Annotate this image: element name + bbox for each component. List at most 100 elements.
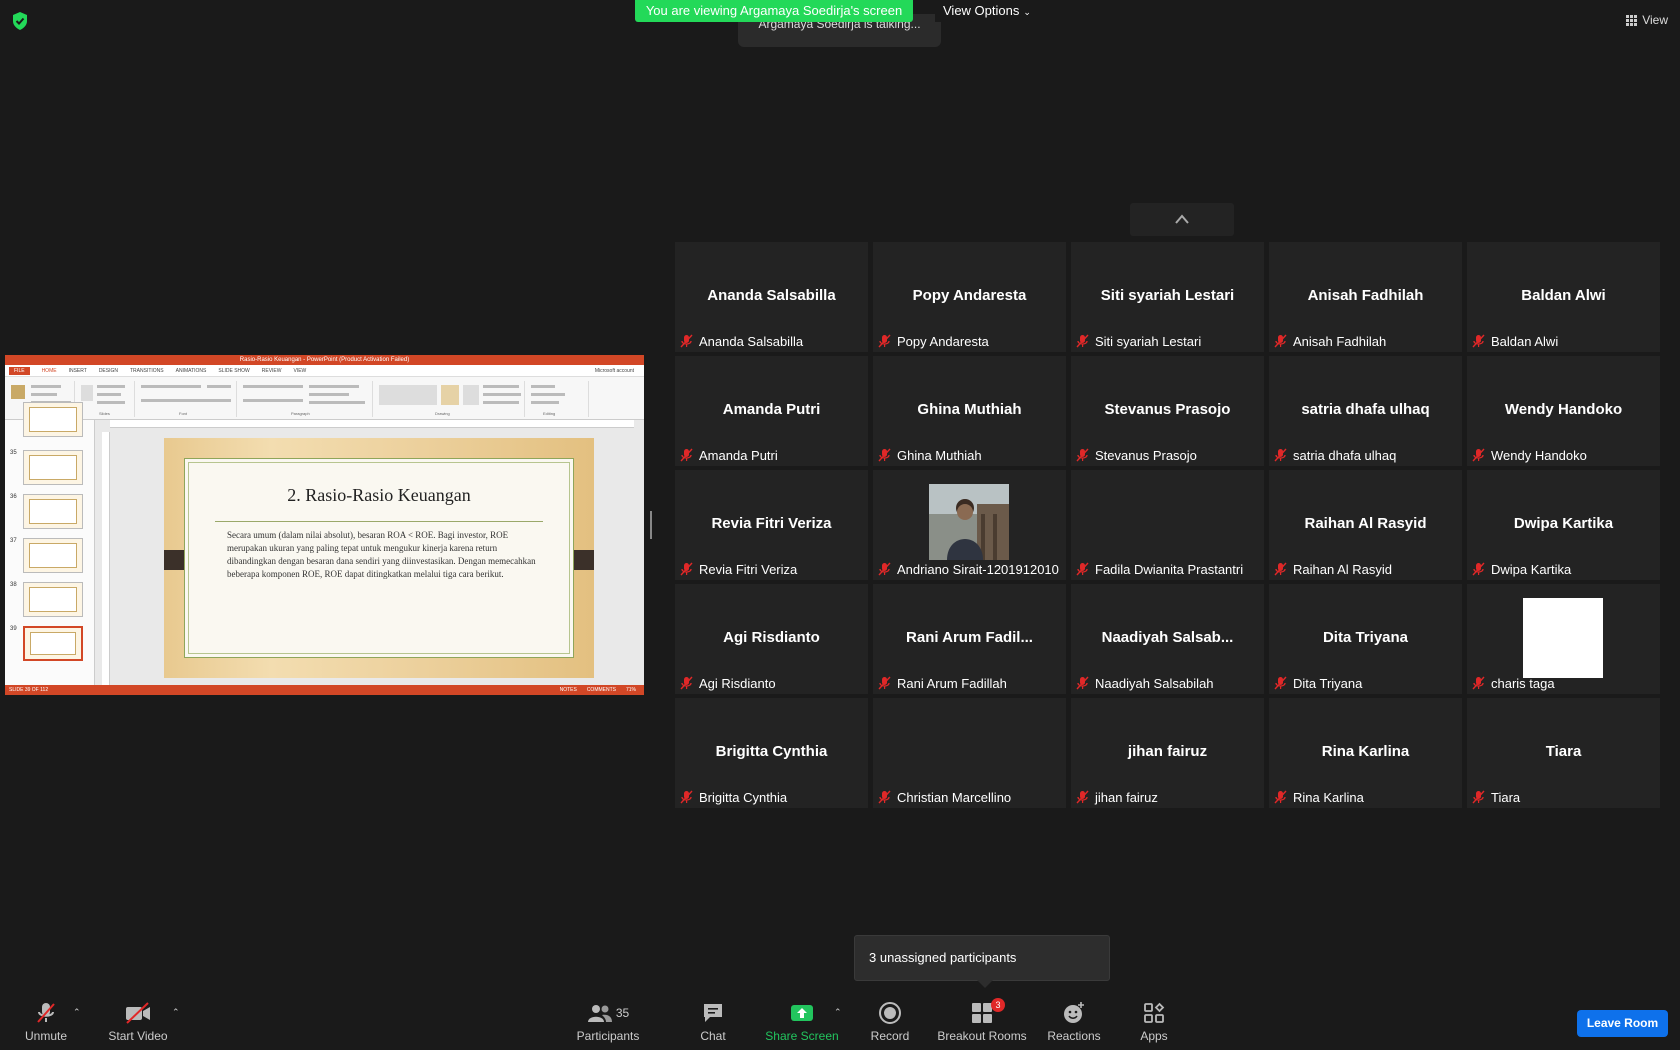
participant-display-name: Raihan Al Rasyid — [1304, 515, 1427, 532]
muted-microphone-icon — [1076, 562, 1089, 576]
participant-footer: Raihan Al Rasyid — [1274, 560, 1392, 578]
participant-display-name: Amanda Putri — [722, 401, 821, 418]
participant-display-name: Ananda Salsabilla — [707, 287, 836, 304]
share-options-caret-icon[interactable]: ⌃ — [834, 1007, 842, 1018]
participant-tile[interactable]: Dwipa Kartika Dwipa Kartika — [1467, 470, 1660, 580]
muted-microphone-icon — [1472, 334, 1485, 348]
participant-tile[interactable]: Ghina Muthiah Ghina Muthiah — [873, 356, 1066, 466]
participant-tile[interactable]: jihan fairuz jihan fairuz — [1071, 698, 1264, 808]
slide-counter: SLIDE 39 OF 112 — [9, 687, 49, 693]
participant-tile[interactable]: Christian Marcellino — [873, 698, 1066, 808]
participant-name-label: Dita Triyana — [1293, 675, 1363, 691]
participant-name-label: charis taga — [1491, 675, 1555, 691]
participant-video — [929, 484, 1009, 560]
participant-tile[interactable]: Andriano Sirait-1201912010 — [873, 470, 1066, 580]
participant-tile[interactable]: Ananda Salsabilla Ananda Salsabilla — [675, 242, 868, 352]
vertical-ruler — [102, 432, 110, 685]
participant-tile[interactable]: Stevanus Prasojo Stevanus Prasojo — [1071, 356, 1264, 466]
participant-name-label: satria dhafa ulhaq — [1293, 447, 1397, 463]
participant-tile[interactable]: Rani Arum Fadil... Rani Arum Fadillah — [873, 584, 1066, 694]
view-options-button[interactable]: View Options ⌄ — [935, 0, 1039, 22]
shared-screen[interactable]: Rasio-Rasio Keuangan - PowerPoint (Produ… — [5, 355, 644, 695]
participant-footer: Dita Triyana — [1274, 674, 1362, 692]
participant-name-label: Christian Marcellino — [897, 789, 1012, 805]
slide-number: 39 — [10, 626, 17, 632]
video-off-icon — [124, 1000, 152, 1026]
participant-name-label: Revia Fitri Veriza — [699, 561, 798, 577]
muted-microphone-icon — [34, 1000, 58, 1026]
breakout-rooms-button[interactable]: 3 Breakout Rooms — [936, 998, 1028, 1048]
participant-tile[interactable]: Anisah Fadhilah Anisah Fadhilah — [1269, 242, 1462, 352]
participant-tile[interactable]: Naadiyah Salsab... Naadiyah Salsabilah — [1071, 584, 1264, 694]
participant-display-name: Siti syariah Lestari — [1100, 287, 1235, 304]
participant-display-name: Rani Arum Fadil... — [906, 629, 1033, 646]
tab-view: VIEW — [293, 367, 307, 374]
account-label: Microsoft account — [594, 367, 634, 374]
start-video-button[interactable]: Start Video — [106, 1000, 170, 1048]
record-button[interactable]: Record — [868, 1000, 912, 1048]
muted-microphone-icon — [878, 334, 891, 348]
zoom-level: 71% — [625, 687, 636, 693]
tab-home: HOME — [41, 367, 57, 374]
participant-footer: Tiara — [1472, 788, 1520, 806]
chat-bubble-icon — [701, 1000, 725, 1026]
participants-count: 35 — [615, 1006, 630, 1020]
chat-button[interactable]: Chat — [693, 1000, 733, 1048]
chevron-up-icon — [1175, 214, 1189, 224]
participant-tile[interactable]: Amanda Putri Amanda Putri — [675, 356, 868, 466]
muted-microphone-icon — [1076, 676, 1089, 690]
view-label: View — [1642, 13, 1668, 27]
comments-label: COMMENTS — [586, 687, 616, 693]
powerpoint-status-bar: SLIDE 39 OF 112 NOTES COMMENTS 71% — [5, 685, 644, 695]
participant-tile[interactable]: charis taga — [1467, 584, 1660, 694]
record-icon — [878, 1000, 902, 1026]
participant-tile[interactable]: Fadila Dwianita Prastantri — [1071, 470, 1264, 580]
muted-microphone-icon — [680, 334, 693, 348]
participant-tile[interactable]: Baldan Alwi Baldan Alwi — [1467, 242, 1660, 352]
share-screen-button[interactable]: Share Screen — [764, 1000, 840, 1048]
participant-tile[interactable]: Brigitta Cynthia Brigitta Cynthia — [675, 698, 868, 808]
participant-footer: Ananda Salsabilla — [680, 332, 803, 350]
view-button[interactable]: View — [1626, 10, 1668, 30]
muted-microphone-icon — [680, 790, 693, 804]
participant-tile[interactable]: Raihan Al Rasyid Raihan Al Rasyid — [1269, 470, 1462, 580]
leave-room-button[interactable]: Leave Room — [1577, 1010, 1668, 1037]
tab-animations: ANIMATIONS — [175, 367, 207, 374]
participant-tile[interactable]: Revia Fitri Veriza Revia Fitri Veriza — [675, 470, 868, 580]
participant-name-label: Wendy Handoko — [1491, 447, 1587, 463]
participant-name-label: Agi Risdianto — [699, 675, 776, 691]
audio-options-caret-icon[interactable]: ⌃ — [73, 1007, 81, 1018]
participant-footer: satria dhafa ulhaq — [1274, 446, 1396, 464]
participant-tile[interactable]: Siti syariah Lestari Siti syariah Lestari — [1071, 242, 1264, 352]
participant-display-name: Dita Triyana — [1322, 629, 1409, 646]
participants-button[interactable]: 35 Participants — [574, 1000, 642, 1048]
tab-file: FILE — [9, 366, 30, 375]
apps-button[interactable]: Apps — [1138, 1000, 1170, 1048]
participant-name-label: Anisah Fadhilah — [1293, 333, 1387, 349]
participant-tile[interactable]: Popy Andaresta Popy Andaresta — [873, 242, 1066, 352]
reactions-button[interactable]: Reactions — [1046, 1000, 1102, 1048]
muted-microphone-icon — [1076, 790, 1089, 804]
participant-tile[interactable]: Rina Karlina Rina Karlina — [1269, 698, 1462, 808]
participant-tile[interactable]: Tiara Tiara — [1467, 698, 1660, 808]
video-options-caret-icon[interactable]: ⌃ — [172, 1007, 180, 1018]
unmute-button[interactable]: Unmute — [22, 1000, 70, 1048]
viewing-screen-banner: You are viewing Argamaya Soedirja's scre… — [635, 0, 913, 22]
participant-footer: Ghina Muthiah — [878, 446, 982, 464]
encryption-shield-icon[interactable] — [11, 11, 29, 31]
current-slide: 2. Rasio-Rasio Keuangan Secara umum (dal… — [164, 438, 594, 678]
participant-tile[interactable]: satria dhafa ulhaq satria dhafa ulhaq — [1269, 356, 1462, 466]
tab-slide-show: SLIDE SHOW — [218, 367, 250, 374]
resize-handle[interactable] — [650, 511, 652, 539]
participant-tile[interactable]: Wendy Handoko Wendy Handoko — [1467, 356, 1660, 466]
participant-name-label: Rina Karlina — [1293, 789, 1364, 805]
ribbon-group-editing: Editing — [527, 381, 589, 417]
participant-display-name: Wendy Handoko — [1504, 401, 1623, 418]
gallery-page-up-button[interactable] — [1130, 203, 1234, 236]
participant-display-name: Tiara — [1545, 743, 1582, 760]
participant-footer: Fadila Dwianita Prastantri — [1076, 560, 1243, 578]
participant-name-label: Ghina Muthiah — [897, 447, 982, 463]
grid-view-icon — [1626, 14, 1638, 26]
participant-tile[interactable]: Dita Triyana Dita Triyana — [1269, 584, 1462, 694]
participant-tile[interactable]: Agi Risdianto Agi Risdianto — [675, 584, 868, 694]
